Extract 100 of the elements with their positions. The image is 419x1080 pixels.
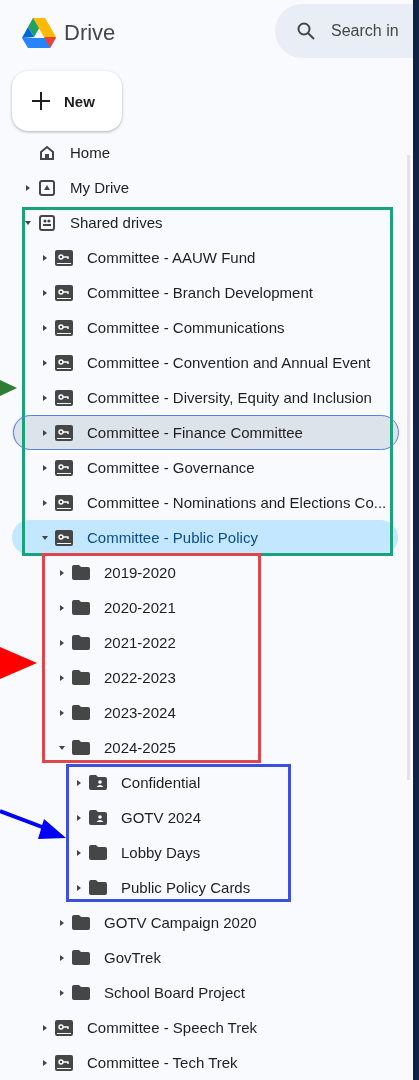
- key-drive-icon: [55, 528, 73, 547]
- folder-icon: [72, 600, 90, 615]
- key-drive-icon: [55, 493, 73, 512]
- caret-right-icon[interactable]: [76, 814, 82, 821]
- tree-item[interactable]: Committee - Branch Development: [12, 275, 398, 310]
- caret-down-icon[interactable]: [25, 219, 31, 226]
- tree-item-label: 2020-2021: [104, 599, 176, 616]
- tree-item-label: Committee - Tech Trek: [87, 1054, 238, 1071]
- tree-item-label: My Drive: [70, 179, 130, 196]
- caret-right-icon[interactable]: [42, 254, 48, 261]
- shared-folder-icon: [89, 810, 107, 825]
- tree-item[interactable]: 2020-2021: [12, 590, 398, 625]
- tree-item[interactable]: 2021-2022: [12, 625, 398, 660]
- plus-icon: [32, 92, 50, 110]
- caret-right-icon[interactable]: [42, 429, 48, 436]
- tree-item-label: GovTrek: [104, 949, 161, 966]
- caret-right-icon[interactable]: [59, 639, 65, 646]
- tree-item-label: Lobby Days: [121, 844, 201, 861]
- tree-item[interactable]: Committee - AAUW Fund: [12, 240, 398, 275]
- tree-item[interactable]: Committee - Nominations and Elections Co...: [12, 485, 398, 520]
- folder-icon: [72, 635, 90, 650]
- shared-folder-icon: [89, 775, 107, 790]
- tree-item-label: GOTV Campaign 2020: [104, 914, 257, 931]
- tree-item[interactable]: GovTrek: [12, 940, 398, 975]
- drive-icon: [39, 179, 55, 196]
- caret-right-icon[interactable]: [59, 919, 65, 926]
- caret-right-icon[interactable]: [59, 674, 65, 681]
- caret-right-icon[interactable]: [42, 1024, 48, 1031]
- tree-item-label: Committee - Public Policy: [87, 529, 258, 546]
- key-drive-icon: [55, 353, 73, 372]
- caret-right-icon[interactable]: [76, 849, 82, 856]
- tree-item[interactable]: Committee - Speech Trek: [12, 1010, 398, 1045]
- drive-logo-icon: [22, 17, 56, 48]
- tree-item[interactable]: Committee - Governance: [12, 450, 398, 485]
- tree-item-label: Committee - Communications: [87, 319, 285, 336]
- caret-down-icon[interactable]: [59, 744, 65, 751]
- caret-right-icon[interactable]: [42, 359, 48, 366]
- caret-right-icon[interactable]: [42, 1059, 48, 1066]
- caret-right-icon[interactable]: [25, 184, 31, 191]
- caret-right-icon[interactable]: [59, 989, 65, 996]
- tree-item-label: 2023-2024: [104, 704, 176, 721]
- caret-right-icon[interactable]: [42, 324, 48, 331]
- caret-right-icon[interactable]: [42, 394, 48, 401]
- annotation-arrow: [0, 380, 17, 396]
- new-button[interactable]: New: [12, 71, 122, 131]
- tree-item[interactable]: 2019-2020: [12, 555, 398, 590]
- caret-right-icon[interactable]: [42, 464, 48, 471]
- caret-right-icon[interactable]: [59, 954, 65, 961]
- tree-item-label: 2022-2023: [104, 669, 176, 686]
- key-drive-icon: [55, 388, 73, 407]
- tree-item[interactable]: Public Policy Cards: [12, 870, 398, 905]
- tree-item[interactable]: Committee - Communications: [12, 310, 398, 345]
- home-icon: [39, 144, 55, 161]
- tree-item[interactable]: Committee - Convention and Annual Event: [12, 345, 398, 380]
- tree-item-label: Committee - Finance Committee: [87, 424, 303, 441]
- annotation-arrow: [0, 647, 37, 679]
- caret-right-icon[interactable]: [42, 289, 48, 296]
- search-icon: [297, 21, 315, 40]
- key-drive-icon: [55, 1053, 73, 1072]
- caret-right-icon[interactable]: [59, 569, 65, 576]
- folder-icon: [72, 740, 90, 755]
- tree-item[interactable]: GOTV Campaign 2020: [12, 905, 398, 940]
- caret-right-icon[interactable]: [76, 884, 82, 891]
- tree-item[interactable]: 2022-2023: [12, 660, 398, 695]
- caret-right-icon[interactable]: [59, 709, 65, 716]
- key-drive-icon: [55, 283, 73, 302]
- tree-item[interactable]: Lobby Days: [12, 835, 398, 870]
- tree-item[interactable]: Committee - Diversity, Equity and Inclusion: [12, 380, 398, 415]
- folder-icon: [72, 565, 90, 580]
- folder-icon: [72, 950, 90, 965]
- tree-item[interactable]: My Drive: [12, 170, 398, 205]
- tree-item-label: Committee - Diversity, Equity and Inclusion: [87, 389, 372, 406]
- caret-down-icon[interactable]: [42, 534, 48, 541]
- tree-item[interactable]: 2023-2024: [12, 695, 398, 730]
- tree-item-label: 2019-2020: [104, 564, 176, 581]
- caret-right-icon[interactable]: [76, 779, 82, 786]
- tree-item[interactable]: Confidential: [12, 765, 398, 800]
- key-drive-icon: [55, 423, 73, 442]
- tree-item[interactable]: 2024-2025: [12, 730, 398, 765]
- shared-drives-icon: [39, 214, 55, 231]
- tree-item[interactable]: Home: [12, 135, 398, 170]
- key-drive-icon: [55, 458, 73, 477]
- tree-item-label: Committee - Speech Trek: [87, 1019, 258, 1036]
- caret-right-icon[interactable]: [59, 604, 65, 611]
- folder-icon: [89, 845, 107, 860]
- caret-right-icon[interactable]: [42, 499, 48, 506]
- tree-item-label: Committee - Convention and Annual Event: [87, 354, 371, 371]
- tree-item-label: Shared drives: [70, 214, 163, 231]
- folder-icon: [72, 705, 90, 720]
- search-field[interactable]: Search in: [275, 3, 413, 58]
- tree-item-label: 2024-2025: [104, 739, 176, 756]
- tree-item-label: GOTV 2024: [121, 809, 202, 826]
- tree-item[interactable]: Shared drives: [12, 205, 398, 240]
- tree-item-label: Confidential: [121, 774, 201, 791]
- tree-item[interactable]: School Board Project: [12, 975, 398, 1010]
- tree-item-label: Committee - Governance: [87, 459, 255, 476]
- tree-item[interactable]: Committee - Public Policy: [12, 520, 398, 555]
- tree-item[interactable]: Committee - Tech Trek: [12, 1045, 398, 1080]
- folder-icon: [89, 880, 107, 895]
- tree-item[interactable]: GOTV 2024: [12, 800, 398, 835]
